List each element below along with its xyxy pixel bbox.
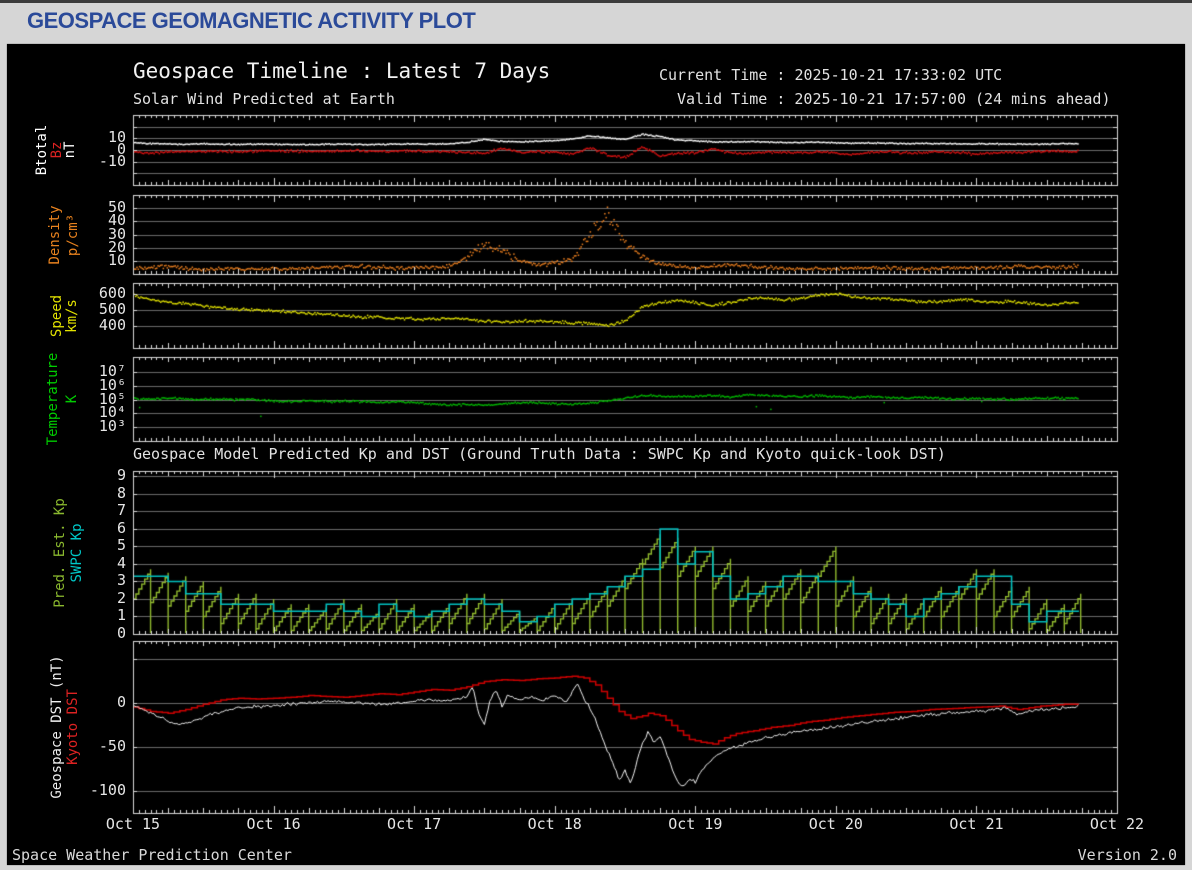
y-tick-label: 600 bbox=[98, 283, 126, 302]
panel-left-label: Geospace DST (nT) bbox=[49, 655, 65, 799]
y-tick-label: 10 bbox=[107, 250, 126, 269]
y-tick-label: 3 bbox=[116, 571, 126, 590]
y-tick-label: 7 bbox=[116, 501, 126, 520]
y-tick-label: 500 bbox=[98, 299, 126, 318]
y-tick-label: 0 bbox=[116, 624, 126, 642]
x-tick-label: Oct 18 bbox=[527, 815, 582, 833]
footer-credit: Space Weather Prediction Center bbox=[12, 846, 292, 864]
x-tick-label: Oct 16 bbox=[246, 815, 301, 833]
plot-container: Geospace Timeline : Latest 7 Days Curren… bbox=[0, 3, 1192, 870]
x-tick-label: Oct 15 bbox=[105, 815, 161, 833]
valid-time-label: Valid Time : 2025-10-21 17:57:00 (24 min… bbox=[677, 90, 1111, 108]
chart-subtitle: Solar Wind Predicted at Earth bbox=[133, 90, 395, 108]
y-tick-label: 2 bbox=[116, 588, 126, 607]
panel-left-label: Speed bbox=[49, 294, 65, 337]
y-tick-label: 8 bbox=[116, 483, 126, 502]
y-tick-label: 0 bbox=[116, 692, 126, 711]
x-tick-label: Oct 19 bbox=[668, 815, 723, 833]
panel-left-label: Temperature bbox=[45, 352, 61, 446]
footer-version: Version 2.0 bbox=[1077, 846, 1177, 864]
y-tick-label: 9 bbox=[116, 466, 126, 485]
y-tick-label: 5 bbox=[116, 536, 126, 555]
y-tick-label: 6 bbox=[116, 518, 126, 537]
x-tick-label: Oct 20 bbox=[808, 815, 863, 833]
y-tick-label: -10 bbox=[98, 151, 126, 170]
x-tick-label: Oct 22 bbox=[1089, 815, 1145, 833]
y-tick-label: 400 bbox=[98, 315, 126, 334]
y-tick-label: 4 bbox=[116, 553, 126, 572]
geospace-activity-page: GEOSPACE GEOMAGNETIC ACTIVITY PLOT Geosp… bbox=[0, 0, 1192, 870]
x-tick-label: Oct 21 bbox=[949, 815, 1004, 833]
current-time-label: Current Time : 2025-10-21 17:33:02 UTC bbox=[659, 66, 1003, 84]
panel-left-label: Density bbox=[47, 204, 63, 265]
y-tick-label: -50 bbox=[98, 736, 126, 755]
chart-title: Geospace Timeline : Latest 7 Days bbox=[133, 59, 551, 83]
y-tick-label: 1 bbox=[116, 606, 126, 625]
x-tick-label: Oct 17 bbox=[387, 815, 442, 833]
y-tick-label: -100 bbox=[89, 780, 126, 799]
panel-left-label: Pred. Est. Kp bbox=[52, 497, 68, 608]
panel-left-label: Btotal bbox=[34, 124, 50, 176]
chart-canvas bbox=[0, 3, 1192, 870]
mid-title: Geospace Model Predicted Kp and DST (Gro… bbox=[133, 445, 946, 463]
y-tick-label: 10³ bbox=[98, 417, 126, 436]
